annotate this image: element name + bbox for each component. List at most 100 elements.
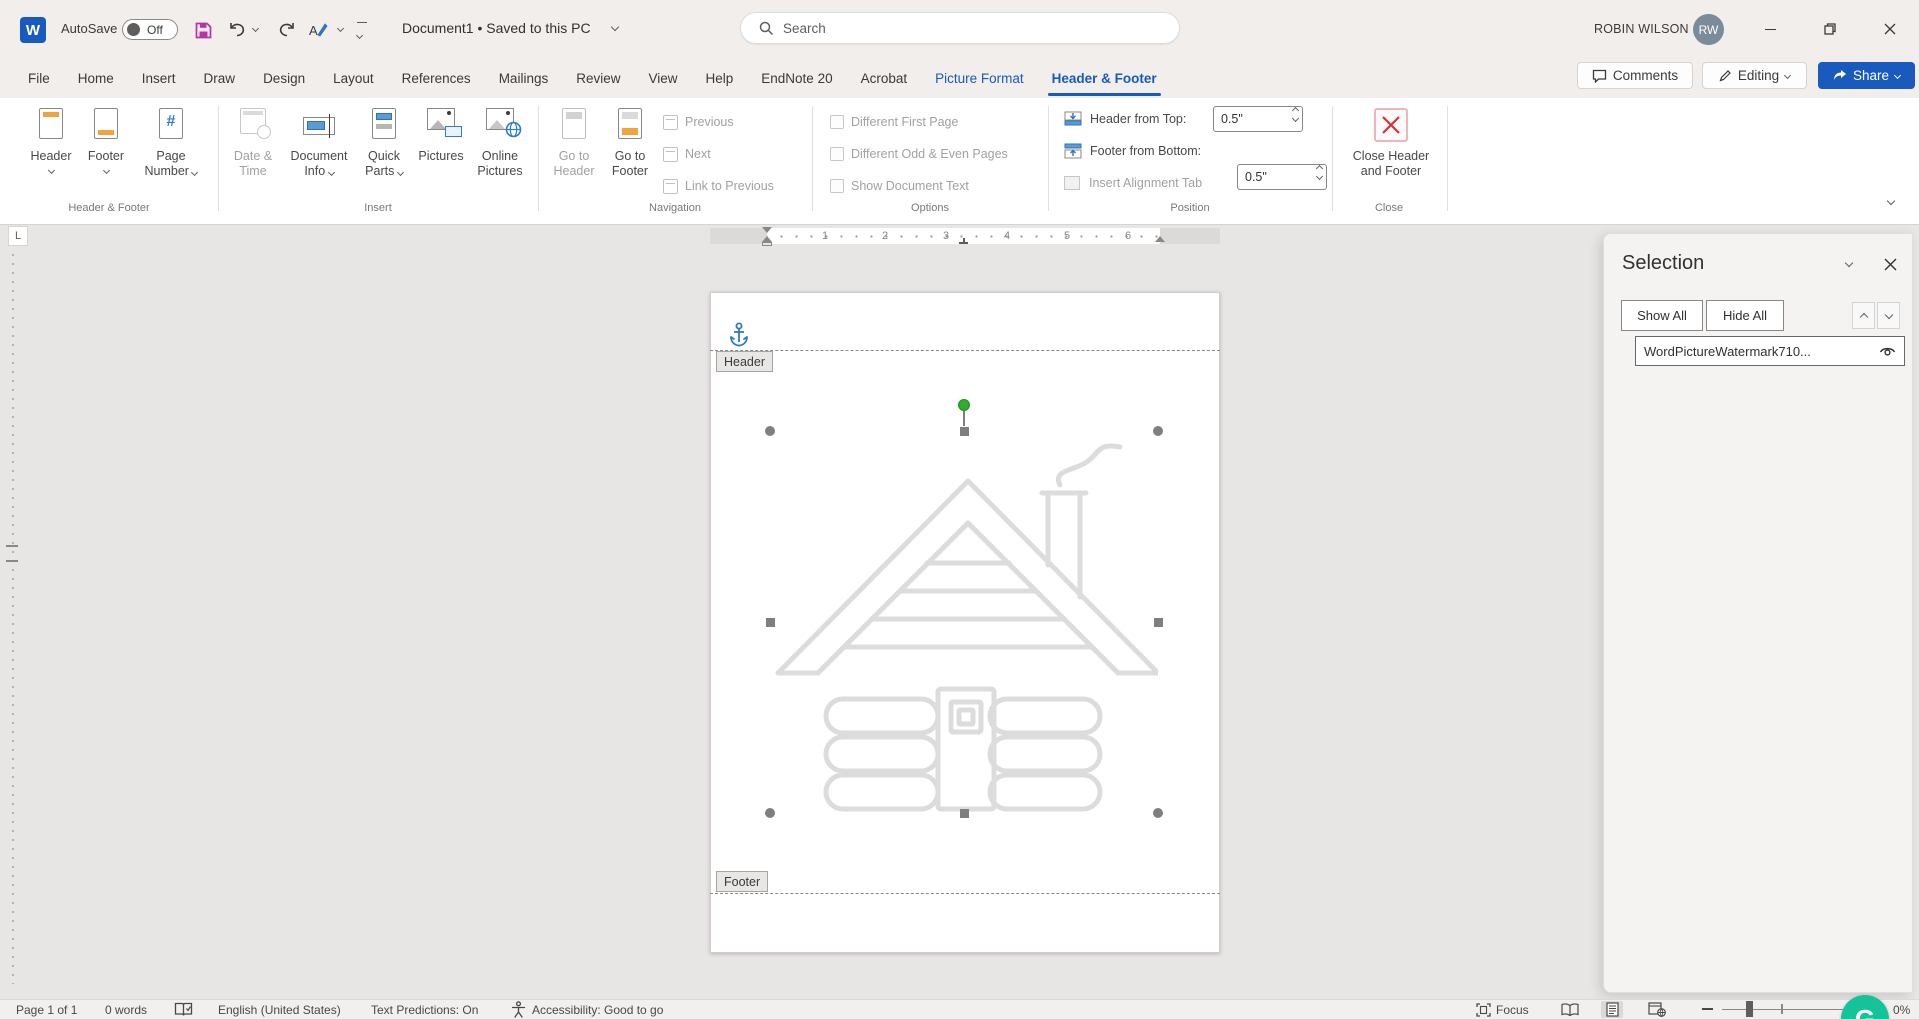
visibility-eye-icon[interactable] [1879, 345, 1896, 357]
pane-close-icon[interactable] [1884, 258, 1897, 271]
tab-help[interactable]: Help [692, 59, 748, 98]
pen-chevron-icon[interactable] [337, 25, 344, 32]
editing-mode-button[interactable]: Editing [1702, 62, 1807, 89]
resize-handle-middle-right[interactable] [1154, 618, 1163, 627]
left-indent-marker[interactable] [762, 242, 772, 246]
zoom-out-button[interactable] [1702, 1008, 1713, 1010]
pane-chevron-icon[interactable] [1845, 259, 1853, 267]
close-header-footer-button[interactable]: Close Header and Footer [1352, 102, 1430, 196]
search-input[interactable]: Search [740, 12, 1180, 44]
read-mode-button[interactable] [1559, 1001, 1581, 1018]
spin-down-icon[interactable] [1292, 115, 1299, 122]
print-layout-button[interactable] [1601, 1001, 1623, 1018]
avatar[interactable]: RW [1693, 14, 1724, 45]
undo-button[interactable] [224, 17, 250, 43]
tab-file[interactable]: File [14, 59, 64, 98]
style-pen-button[interactable]: A [305, 17, 331, 43]
accessibility-status[interactable]: Accessibility: Good to go [532, 1003, 663, 1017]
minimize-button[interactable] [1748, 12, 1792, 46]
resize-handle-top-left[interactable] [765, 426, 775, 436]
resize-handle-top-right[interactable] [1153, 426, 1163, 436]
tab-picture-format[interactable]: Picture Format [921, 59, 1038, 98]
footer-button[interactable]: Footer [78, 102, 134, 196]
show-all-button[interactable]: Show All [1621, 300, 1703, 331]
insert-alignment-tab-icon [1064, 176, 1080, 190]
move-down-button[interactable] [1877, 302, 1900, 329]
quick-access-overflow-button[interactable] [355, 22, 369, 43]
page-count[interactable]: Page 1 of 1 [16, 1003, 77, 1017]
text-predictions-status[interactable]: Text Predictions: On [371, 1003, 478, 1017]
proofing-icon[interactable] [174, 1002, 193, 1017]
spin-up-icon[interactable] [1316, 165, 1323, 172]
tab-acrobat[interactable]: Acrobat [847, 59, 922, 98]
group-separator [812, 106, 813, 211]
overflow-chevron-icon [356, 32, 363, 39]
header-tag: Header [716, 351, 773, 372]
tab-endnote[interactable]: EndNote 20 [747, 59, 846, 98]
footer-chevron-icon [102, 167, 109, 174]
share-button[interactable]: Share [1818, 62, 1915, 89]
tab-insert[interactable]: Insert [128, 59, 190, 98]
rotate-handle[interactable] [958, 399, 970, 411]
focus-button[interactable]: Focus [1496, 1003, 1529, 1017]
watermark-picture[interactable] [770, 431, 1158, 813]
word-logo-icon[interactable]: W [20, 17, 46, 43]
resize-handle-bottom-right[interactable] [1153, 808, 1163, 818]
tab-mailings[interactable]: Mailings [485, 59, 563, 98]
quick-parts-button[interactable]: Quick Parts [354, 102, 414, 196]
tab-design[interactable]: Design [249, 59, 319, 98]
restore-button[interactable] [1808, 12, 1852, 46]
tab-draw[interactable]: Draw [190, 59, 250, 98]
autosave-toggle[interactable]: Off [122, 19, 178, 40]
page-number-button[interactable]: # Page Number [138, 102, 204, 196]
zoom-level[interactable]: 0% [1893, 1003, 1910, 1017]
pictures-button[interactable]: Pictures [412, 102, 470, 196]
tab-selector-box[interactable]: L [8, 226, 28, 246]
document-info-button[interactable]: Document Info [286, 102, 352, 196]
tab-references[interactable]: References [388, 59, 485, 98]
down-chevron-icon [1884, 310, 1892, 318]
checkbox-icon [830, 115, 844, 129]
spin-up-icon[interactable] [1292, 107, 1299, 114]
resize-handle-bottom-middle[interactable] [960, 809, 969, 818]
save-button[interactable] [190, 17, 216, 43]
resize-handle-bottom-left[interactable] [765, 808, 775, 818]
title-chevron-icon[interactable] [611, 23, 619, 31]
accessibility-icon[interactable] [511, 1001, 526, 1018]
zoom-slider-track[interactable] [1722, 1009, 1843, 1011]
word-count[interactable]: 0 words [105, 1003, 147, 1017]
selection-pane: Selection Show All Hide All WordPictureW… [1603, 233, 1912, 993]
tab-header-footer[interactable]: Header & Footer [1038, 59, 1171, 98]
close-window-button[interactable] [1868, 12, 1912, 46]
right-indent-marker[interactable] [1155, 236, 1165, 242]
tab-view[interactable]: View [634, 59, 691, 98]
undo-chevron-icon[interactable] [252, 25, 259, 32]
web-layout-button[interactable] [1646, 1001, 1668, 1018]
document-title[interactable]: Document1 • Saved to this PC [402, 20, 591, 36]
footer-from-bottom-input[interactable]: 0.5" [1237, 164, 1327, 190]
tab-review[interactable]: Review [562, 59, 634, 98]
tab-layout[interactable]: Layout [319, 59, 388, 98]
tab-home[interactable]: Home [64, 59, 128, 98]
comments-button[interactable]: Comments [1577, 62, 1693, 89]
go-to-footer-button[interactable]: Go to Footer [601, 102, 659, 196]
focus-icon[interactable] [1476, 1003, 1491, 1017]
resize-handle-top-middle[interactable] [960, 427, 969, 436]
spin-down-icon[interactable] [1316, 173, 1323, 180]
first-line-indent-marker[interactable] [762, 227, 772, 233]
language-status[interactable]: English (United States) [218, 1003, 341, 1017]
online-pictures-button[interactable]: Online Pictures [469, 102, 531, 196]
options-checkboxes: Different First Page Different Odd & Eve… [830, 108, 1008, 200]
ruler-right-margin [1160, 228, 1220, 244]
redo-button[interactable] [274, 17, 300, 43]
center-tab-stop-marker[interactable] [959, 238, 968, 244]
move-up-button[interactable] [1852, 302, 1875, 329]
hide-all-button[interactable]: Hide All [1706, 300, 1784, 331]
selection-pane-item[interactable]: WordPictureWatermark710... [1635, 336, 1905, 366]
header-from-top-input[interactable]: 0.5" [1213, 106, 1303, 132]
zoom-slider-thumb[interactable] [1746, 1001, 1753, 1017]
search-placeholder: Search [783, 21, 826, 36]
collapse-ribbon-chevron-icon[interactable] [1887, 197, 1895, 205]
header-button[interactable]: Header [23, 102, 79, 196]
resize-handle-middle-left[interactable] [766, 618, 775, 627]
